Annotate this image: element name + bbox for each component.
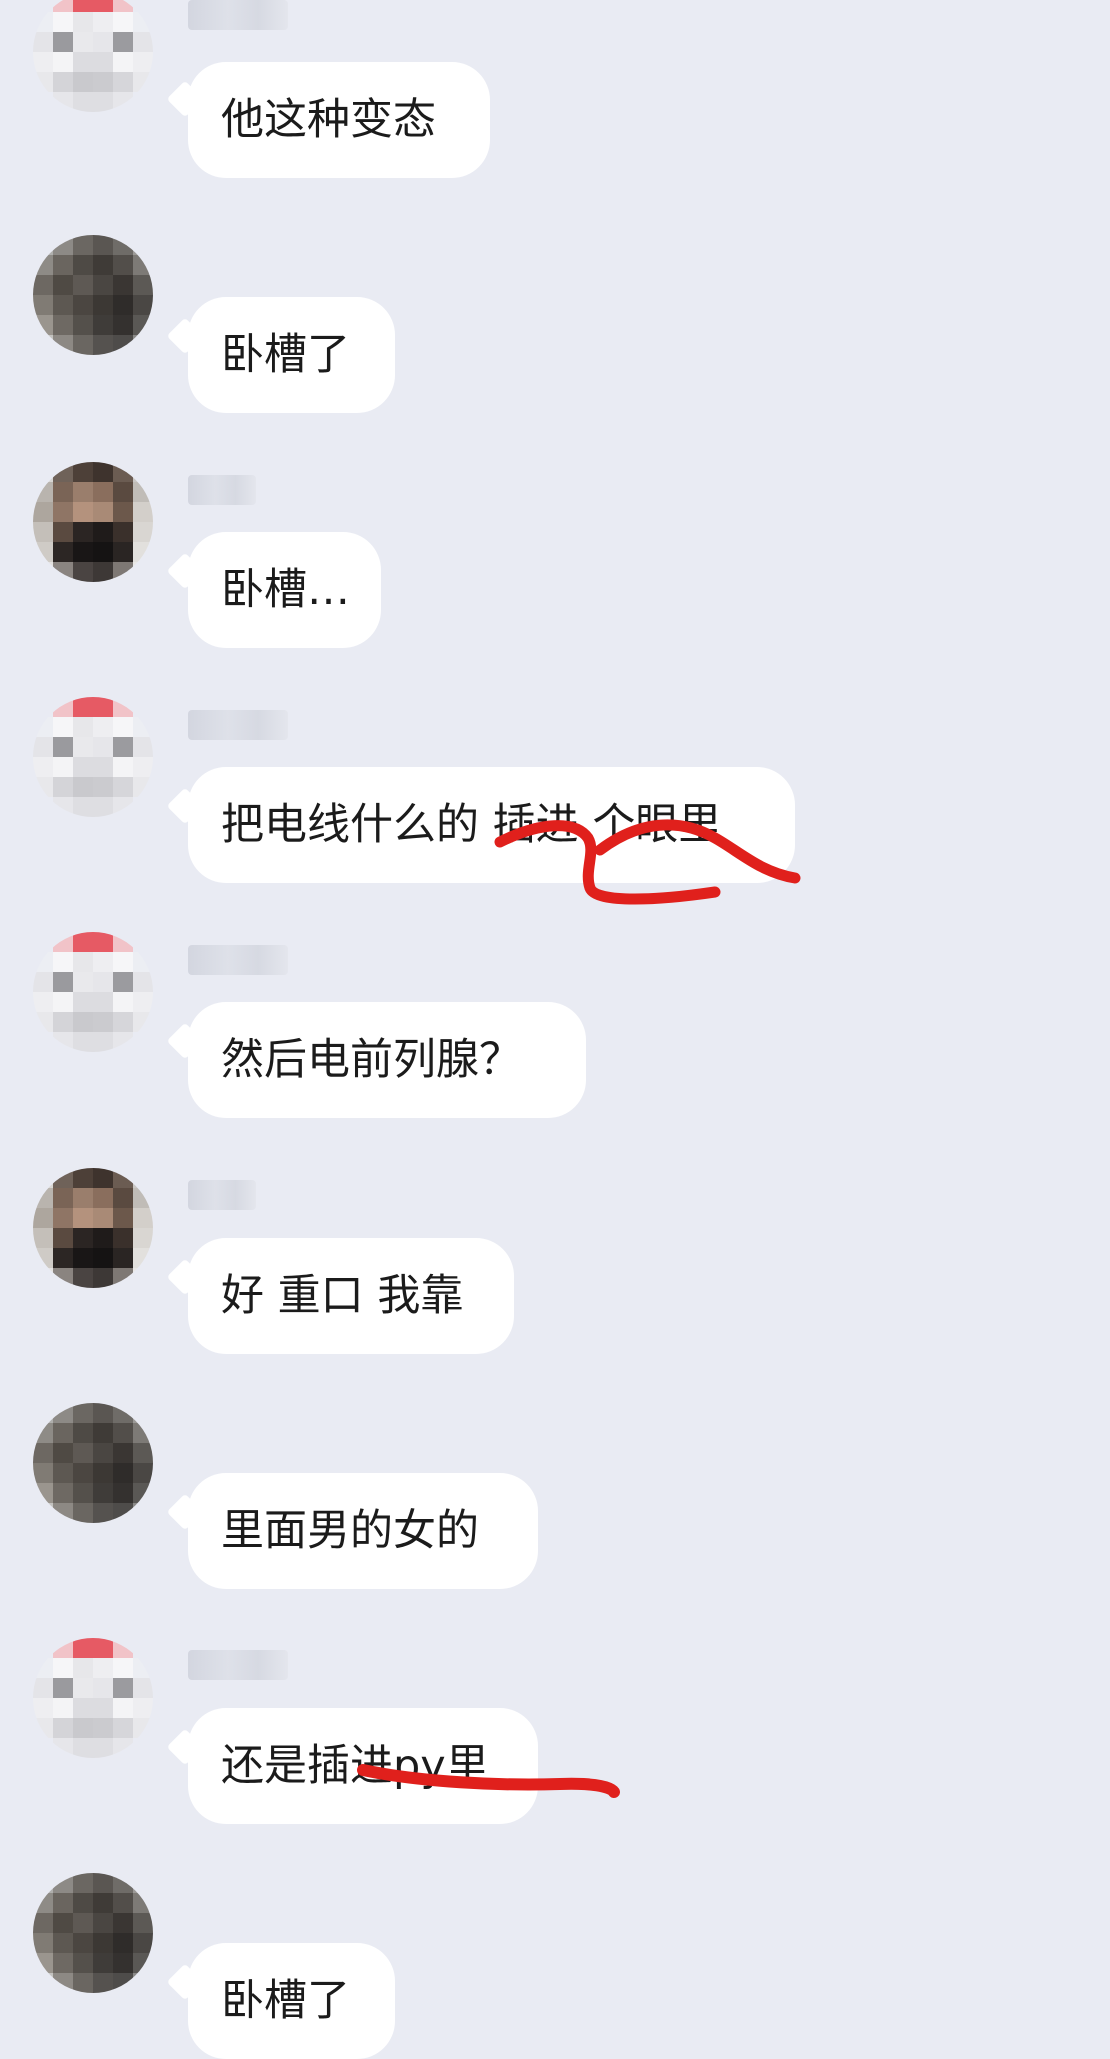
message-text: 里面男的女的 [221,1506,479,1556]
sender-name-blurred [188,1650,288,1680]
message-bubble[interactable]: 还是插进py里 [188,1708,538,1824]
message-text: 好 重口 我靠 [221,1271,464,1321]
avatar[interactable] [33,1403,153,1523]
message-text: 还是插进py里 [221,1741,489,1791]
avatar[interactable] [33,1638,153,1758]
message-bubble[interactable]: 把电线什么的 插进 个眼里 [188,767,795,883]
avatar[interactable] [33,932,153,1052]
sender-name-blurred [188,475,256,505]
avatar[interactable] [33,697,153,817]
message-bubble[interactable]: 卧槽了 [188,1943,395,2059]
sender-name-blurred [188,710,288,740]
sender-name-blurred [188,945,288,975]
message-text: 然后电前列腺？ [221,1035,522,1085]
message-bubble[interactable]: 里面男的女的 [188,1473,538,1589]
message-bubble[interactable]: 好 重口 我靠 [188,1238,514,1354]
avatar[interactable] [33,462,153,582]
message-text: 卧槽了 [221,1976,350,2026]
avatar[interactable] [33,1873,153,1993]
message-bubble[interactable]: 然后电前列腺？ [188,1002,586,1118]
message-text: 卧槽了 [221,330,350,380]
chat-message: 卧槽了 [0,0,1110,2059]
avatar[interactable] [33,235,153,355]
message-text: 卧槽… [221,565,350,615]
message-bubble[interactable]: 卧槽… [188,532,381,648]
chat-message-list[interactable]: 他这种变态 卧槽了 卧槽… 把电线什么的 插进 个眼里 然后电前列腺？ 好 重口… [0,0,1110,2059]
message-text: 把电线什么的 插进 个眼里 [221,800,722,850]
message-bubble[interactable]: 卧槽了 [188,297,395,413]
sender-name-blurred [188,1180,256,1210]
avatar[interactable] [33,1168,153,1288]
